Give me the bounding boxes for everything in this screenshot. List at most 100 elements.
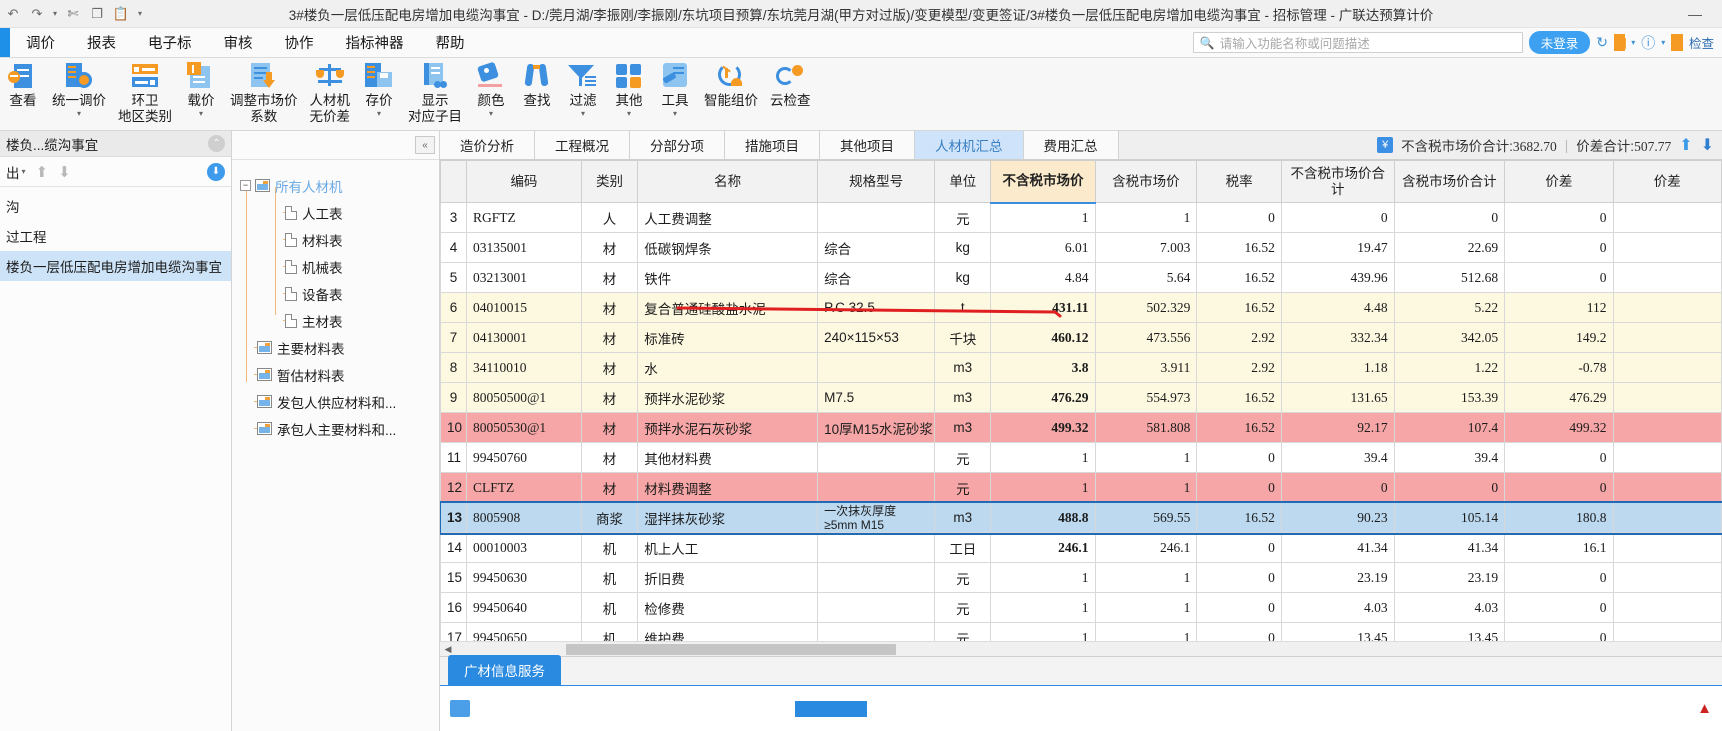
cell-spec[interactable] [817,352,936,383]
cell-total-inc[interactable]: 107.4 [1393,412,1506,443]
cell-price-inc[interactable]: 5.64 [1094,262,1198,293]
ribbon-button-color[interactable]: 颜色 ▾ [468,58,514,130]
tab-lmm-summary[interactable]: 人材机汇总 [915,131,1024,159]
col-header-category[interactable]: 类别 [580,160,639,203]
cell-spec[interactable]: 10厚M15水泥砂浆 [817,412,936,443]
cell-price-ex[interactable]: 476.29 [990,382,1096,413]
cell-tax[interactable]: 2.92 [1196,352,1282,383]
cell-total-inc[interactable]: 22.69 [1393,232,1506,263]
cell-name[interactable]: 材料费调整 [637,472,819,503]
cell-category[interactable]: 材 [580,472,639,503]
ribbon-button-unified-price[interactable]: 统一调价 ▾ [46,58,112,130]
cell-code[interactable]: 03213001 [466,262,582,293]
cell-diff[interactable]: 476.29 [1504,382,1614,413]
cell-name[interactable]: 铁件 [637,262,819,293]
cell-code[interactable]: 34110010 [466,352,582,383]
cell-category[interactable]: 材 [580,292,639,323]
cell-category[interactable]: 人 [580,202,639,233]
col-header-total-inc-tax[interactable]: 含税市场价合计 [1393,160,1506,203]
cell-tax[interactable]: 0 [1196,442,1282,473]
cut-icon[interactable]: ✄ [62,3,84,25]
cell-price-ex[interactable]: 1 [990,622,1096,641]
cell-name[interactable]: 预拌水泥石灰砂浆 [637,412,819,443]
cell-category[interactable]: 材 [580,352,639,383]
cell-diff[interactable]: 0 [1504,562,1614,593]
cell-tax[interactable]: 0 [1196,622,1282,641]
col-header-total-ex-tax[interactable]: 不含税市场价合计 [1280,160,1395,203]
grid-scroll-region[interactable]: 编码 类别 名称 规格型号 单位 不含税市场价 含税市场价 税率 不含税市场价合… [440,160,1722,641]
tab-material-info-service[interactable]: 广材信息服务 [448,655,561,685]
ribbon-button-load-price[interactable]: 载价 ▾ [178,58,224,130]
ribbon-dropdown-caret[interactable]: ▾ [627,109,631,118]
cell-name[interactable]: 人工费调整 [637,202,819,233]
ribbon-button-display-subitems[interactable]: 显示 对应子目 [402,58,468,130]
cell-price-ex[interactable]: 1 [990,592,1096,623]
table-row[interactable]: 4 03135001 材低碳钢焊条 综合 kg 6.01 7.003 16.52 19.47 22… [440,232,1722,263]
cell-price-inc[interactable]: 1 [1094,202,1198,233]
collapse-icon[interactable]: ⌃ [208,135,225,152]
cell-total-inc[interactable]: 23.19 [1393,562,1506,593]
table-row[interactable]: 15 99450630 机折旧费元 1 1 0 23.19 23.19 0 [440,562,1722,593]
menu-item-baobiao[interactable]: 报表 [71,28,132,57]
cell-tax[interactable]: 0 [1196,562,1282,593]
cell-spec[interactable] [817,442,936,473]
cell-category[interactable]: 材 [580,262,639,293]
tree-node-main-material[interactable]: 主材表 [240,307,439,334]
cell-price-ex[interactable]: 3.8 [990,352,1096,383]
col-header-code[interactable]: 编码 [466,160,582,203]
cell-total-inc[interactable]: 153.39 [1393,382,1506,413]
cell-price-ex[interactable]: 1 [990,562,1096,593]
apps-grid-icon[interactable]: ▦ [1613,34,1627,51]
cell-price-inc[interactable]: 502.329 [1094,292,1198,323]
cell-tax[interactable]: 16.52 [1196,232,1282,263]
table-row[interactable]: 14 00010003 机机上人工 工日 246.1 246.1 0 41.34 41.34 16… [440,532,1722,563]
ribbon-dropdown-caret[interactable]: ▾ [377,109,381,118]
cell-category[interactable]: 材 [580,442,639,473]
col-header-price-ex-tax[interactable]: 不含税市场价 [990,160,1096,204]
down-arrow-icon[interactable]: ⬇ [1701,135,1714,155]
cell-tax[interactable]: 16.52 [1196,382,1282,413]
ribbon-button-other[interactable]: 其他 ▾ [606,58,652,130]
cell-code[interactable]: 04130001 [466,322,582,353]
export-dropdown-icon[interactable]: ▾ [22,167,26,176]
cell-tax[interactable]: 16.52 [1196,262,1282,293]
cell-tax[interactable]: 2.92 [1196,322,1282,353]
cell-price-ex[interactable]: 431.11 [990,292,1096,323]
cell-price-inc[interactable]: 581.808 [1094,412,1198,443]
cell-name[interactable]: 其他材料费 [637,442,819,473]
cell-total-inc[interactable]: 39.4 [1393,442,1506,473]
export-button[interactable]: 出 [6,162,20,182]
cell-unit[interactable]: 千块 [934,322,992,353]
menu-item-tiaojia[interactable]: 调价 [10,28,71,57]
cell-price-inc[interactable]: 1 [1094,472,1198,503]
ribbon-dropdown-caret[interactable]: ▾ [581,109,585,118]
cell-total-inc[interactable]: 13.45 [1393,622,1506,641]
ribbon-button-filter[interactable]: 过滤 ▾ [560,58,606,130]
table-row[interactable]: 3 RGFTZ 人人工费调整元 1 1 0 0 0 0 [440,202,1722,233]
list-item[interactable]: 沟 [0,191,231,221]
cell-price-inc[interactable]: 246.1 [1094,532,1198,563]
cell-name[interactable]: 预拌水泥砂浆 [637,382,819,413]
cell-rownum[interactable]: 10 [440,412,467,443]
copy-icon[interactable]: ❐ [86,3,108,25]
cell-total-ex[interactable]: 1.18 [1280,352,1395,383]
cell-category[interactable]: 材 [580,232,639,263]
redo-dropdown-icon[interactable]: ▾ [50,3,60,25]
ribbon-button-cloud-check[interactable]: 云检查 [764,58,817,130]
tab-cost-analysis[interactable]: 造价分析 [440,131,535,159]
cell-rownum[interactable]: 12 [440,472,467,503]
login-status-button[interactable]: 未登录 [1528,31,1591,54]
tab-measure-items[interactable]: 措施项目 [725,131,820,159]
horizontal-scrollbar[interactable]: ◀ [440,641,1722,656]
cell-spec[interactable]: 一次抹灰厚度≥5mm M15 [817,502,936,533]
cell-price-ex[interactable]: 246.1 [990,532,1096,563]
cell-diff2[interactable] [1612,322,1722,353]
cell-price-ex[interactable]: 1 [990,442,1096,473]
cell-rownum[interactable]: 15 [440,562,467,593]
ribbon-button-adjust-market-price[interactable]: 调整市场价 系数 [224,58,304,130]
table-row[interactable]: 9 80050500@1 材预拌水泥砂浆 M7.5 m3 476.29 554.973 16.… [440,382,1722,413]
cell-unit[interactable]: 元 [934,202,992,233]
cell-diff[interactable]: 0 [1504,202,1614,233]
table-row[interactable]: 16 99450640 机检修费元 1 1 0 4.03 4.03 0 [440,592,1722,623]
cell-diff[interactable]: 0 [1504,472,1614,503]
